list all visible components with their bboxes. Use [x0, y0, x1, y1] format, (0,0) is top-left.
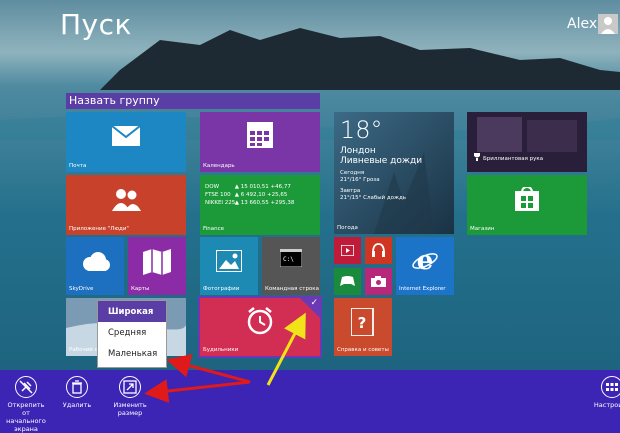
group-name-input[interactable]: Назвать группу — [66, 93, 320, 109]
terminal-icon: C:\ — [280, 249, 302, 267]
shopping-bag-icon — [515, 187, 539, 211]
headphones-icon — [372, 243, 385, 257]
gamepad-icon — [340, 276, 355, 286]
help-book-icon: ? — [351, 308, 374, 336]
tile-label: Будильники — [203, 347, 239, 353]
tile-people[interactable]: Приложение "Люди" — [66, 175, 186, 235]
ie-logo-icon: e — [412, 247, 438, 273]
page-title: Пуск — [60, 8, 132, 41]
weather-temperature: 18° — [340, 116, 383, 144]
weather-location: Лондон Ливневые дожди — [340, 146, 423, 166]
size-option-wide[interactable]: Широкая — [98, 301, 166, 322]
finance-row: DOW ▲ 15 010,51 +46,77 — [205, 184, 291, 190]
people-icon — [112, 189, 141, 211]
svg-text:?: ? — [358, 314, 367, 332]
tile-label: Почта — [69, 163, 87, 169]
tile-video-feature[interactable]: Бриллиантовая рука — [467, 112, 587, 172]
checkmark-icon: ✓ — [310, 298, 318, 308]
weather-today: Сегодня 21°/16° Гроза — [340, 170, 380, 183]
size-option-medium[interactable]: Средняя — [98, 322, 166, 343]
map-icon — [143, 249, 171, 275]
resize-icon — [119, 376, 141, 398]
tile-music[interactable] — [365, 237, 392, 264]
tile-label: SkyDrive — [69, 286, 94, 292]
video-icon — [341, 245, 354, 256]
app-bar: Открепить от начального экрана Удалить И… — [0, 370, 620, 433]
finance-row: FTSE 100 ▲ 6 492,10 +25,65 — [205, 192, 288, 198]
tile-label: Погода — [337, 225, 358, 231]
tile-weather[interactable]: 18° Лондон Ливневые дожди Сегодня 21°/16… — [334, 112, 454, 234]
customize-button[interactable]: Настроить — [592, 376, 620, 409]
finance-row: NIKKEI 225 ▲ 13 660,55 +295,38 — [205, 200, 295, 206]
tile-photos[interactable]: Фотографии — [200, 237, 258, 295]
tile-label: Командная строка — [265, 286, 319, 292]
svg-text:C:\: C:\ — [283, 256, 294, 263]
tile-games[interactable] — [334, 268, 361, 295]
tile-label: Finance — [203, 226, 225, 232]
resize-menu: Широкая Средняя Маленькая — [97, 300, 167, 368]
alarm-clock-icon — [247, 307, 273, 335]
tile-command-prompt[interactable]: C:\ Командная строка — [262, 237, 320, 295]
finance-quotes: DOW ▲ 15 010,51 +46,77 FTSE 100 ▲ 6 492,… — [205, 183, 294, 207]
tile-label: Справка и советы — [337, 347, 389, 353]
avatar[interactable] — [598, 14, 618, 34]
tile-label: Фотографии — [203, 286, 240, 292]
tile-maps[interactable]: Карты — [128, 237, 186, 295]
user-name[interactable]: Alex — [567, 16, 597, 32]
customize-icon — [601, 376, 620, 398]
tile-finance[interactable]: DOW ▲ 15 010,51 +46,77 FTSE 100 ▲ 6 492,… — [200, 175, 320, 235]
resize-button[interactable]: Изменить размер — [108, 376, 152, 417]
unpin-button[interactable]: Открепить от начального экрана — [4, 376, 48, 433]
tile-label: Календарь — [203, 163, 235, 169]
tile-calendar[interactable]: Календарь — [200, 112, 320, 172]
cloud-icon — [83, 252, 110, 271]
tile-label: Internet Explorer — [399, 286, 446, 292]
camera-icon — [371, 276, 386, 287]
tile-video[interactable] — [334, 237, 361, 264]
calendar-icon — [247, 122, 273, 148]
tile-label: Приложение "Люди" — [69, 226, 129, 232]
unpin-icon — [15, 376, 37, 398]
tile-camera[interactable] — [365, 268, 392, 295]
user-silhouette-icon — [601, 17, 615, 34]
tile-label: Магазин — [470, 226, 495, 232]
tile-help-tips[interactable]: ? Справка и советы — [334, 298, 392, 356]
trash-icon — [66, 376, 88, 398]
size-option-small[interactable]: Маленькая — [98, 343, 166, 364]
tile-internet-explorer[interactable]: e Internet Explorer — [396, 237, 454, 295]
tile-skydrive[interactable]: SkyDrive — [66, 237, 124, 295]
tile-alarms[interactable]: ✓ Будильники — [198, 296, 322, 358]
feature-image — [467, 112, 587, 172]
tile-label: Бриллиантовая рука — [483, 156, 544, 162]
tile-label: Карты — [131, 286, 150, 292]
tile-mail[interactable]: Почта — [66, 112, 186, 172]
svg-text:e: e — [417, 247, 434, 273]
photo-icon — [216, 250, 242, 272]
trophy-icon — [474, 153, 480, 161]
uninstall-button[interactable]: Удалить — [58, 376, 96, 409]
tile-store[interactable]: Магазин — [467, 175, 587, 235]
weather-tomorrow: Завтра 21°/15° Слабый дождь — [340, 188, 407, 201]
envelope-icon — [112, 126, 140, 146]
